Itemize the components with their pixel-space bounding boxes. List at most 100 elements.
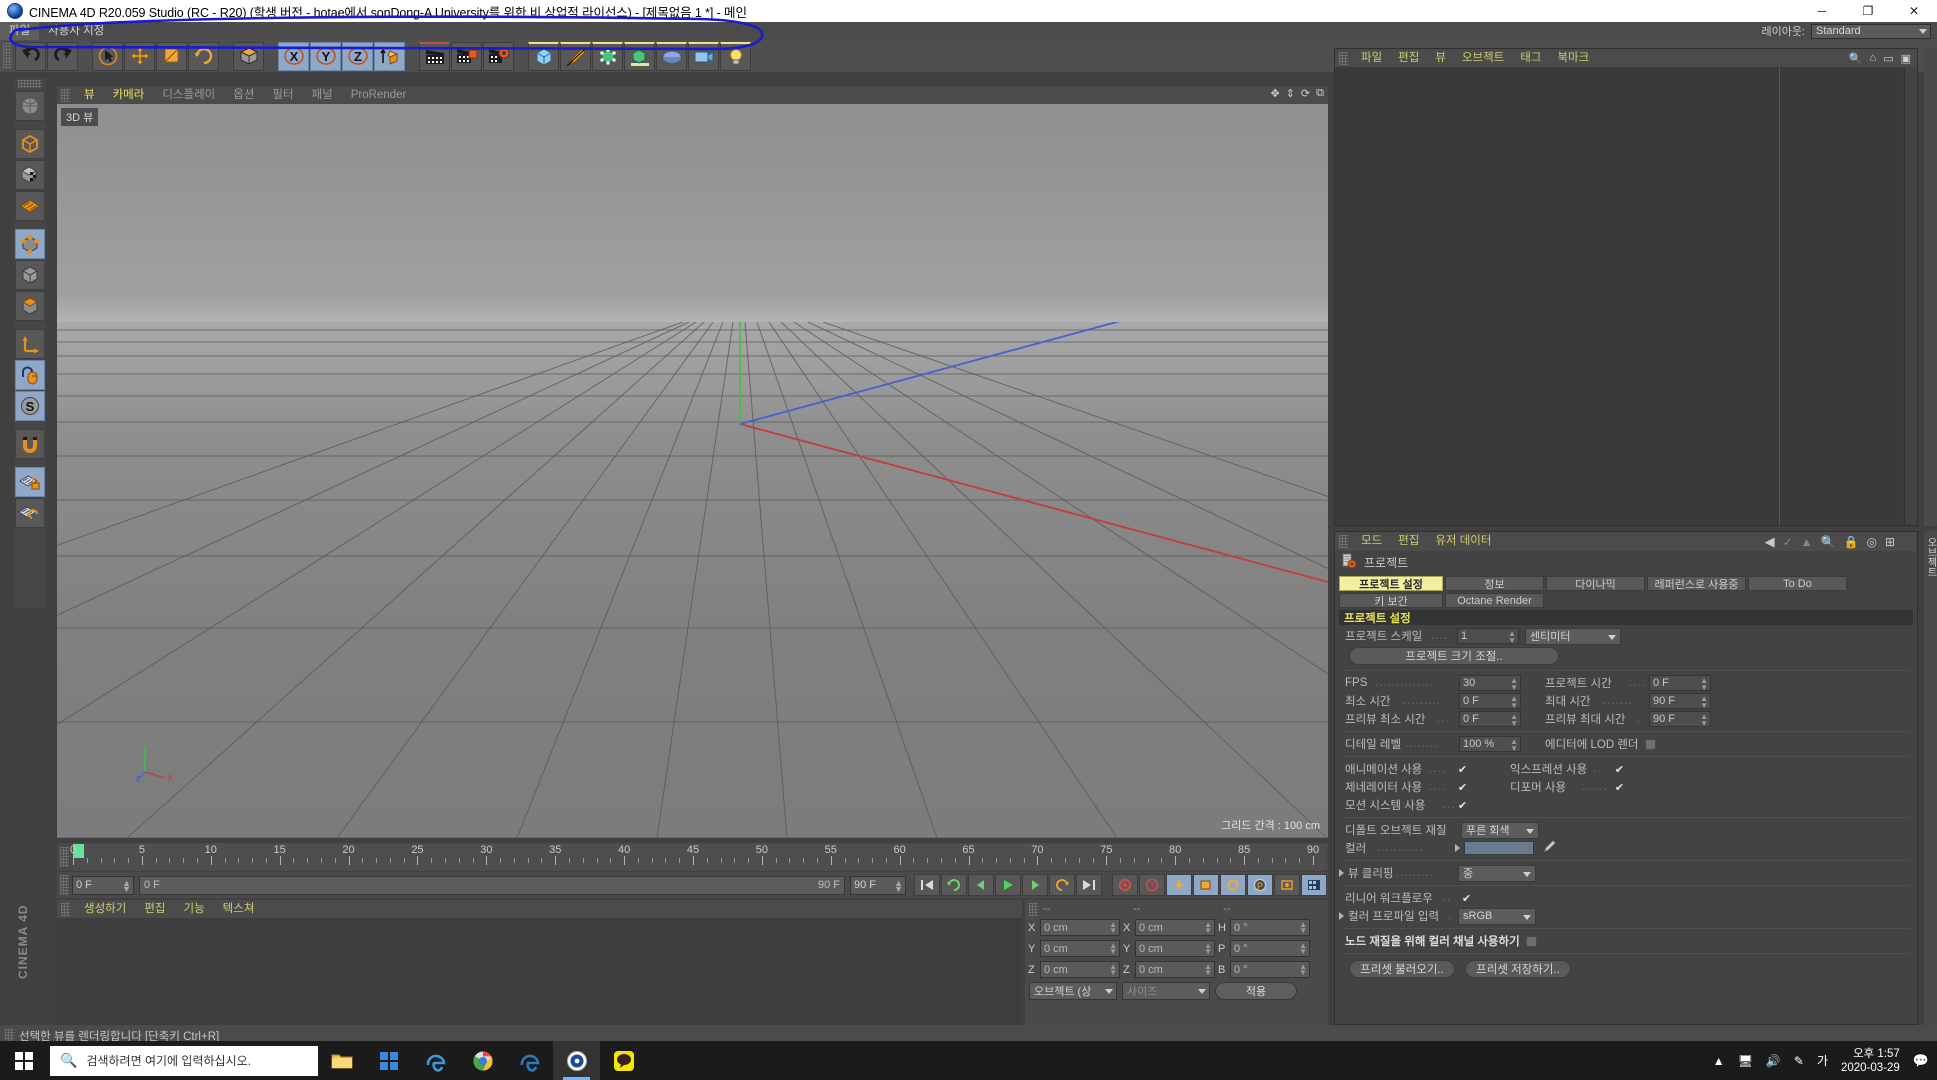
light-icon[interactable] bbox=[720, 41, 751, 71]
attribute-menu-userdata[interactable]: 유저 데이터 bbox=[1427, 532, 1499, 551]
material-menu-edit[interactable]: 편집 bbox=[135, 900, 174, 918]
checkbox-use-motion[interactable]: ✔ bbox=[1457, 800, 1468, 812]
grid-icon[interactable]: ⊞ bbox=[1885, 535, 1895, 549]
spinner-icon[interactable]: ▲ ▼ bbox=[1700, 677, 1708, 692]
material-list-area[interactable] bbox=[57, 918, 1022, 1025]
attribute-menu-edit[interactable]: 편집 bbox=[1390, 532, 1427, 551]
redo-icon[interactable] bbox=[47, 41, 78, 71]
dropdown-color-profile[interactable]: sRGB bbox=[1458, 907, 1536, 925]
coord-rot-p[interactable]: 0 ° ▲ ▼ bbox=[1230, 940, 1310, 957]
loop-icon[interactable] bbox=[941, 874, 967, 896]
menu-item-customize[interactable]: 사용자 지정 bbox=[39, 22, 113, 40]
undo-icon[interactable] bbox=[15, 41, 46, 71]
checkbox-use-generator[interactable]: ✔ bbox=[1457, 782, 1468, 794]
tab-reference[interactable]: 레퍼런스로 사용중 bbox=[1647, 576, 1746, 591]
tab-dynamics[interactable]: 다이나믹 bbox=[1546, 576, 1645, 591]
coord-size-dropdown[interactable]: 사이즈 bbox=[1122, 982, 1210, 1000]
spinner-icon[interactable]: ▲ ▼ bbox=[1510, 713, 1518, 728]
go-to-end-icon[interactable] bbox=[1076, 874, 1102, 896]
coordinates-grip[interactable] bbox=[1029, 902, 1038, 916]
record-icon[interactable] bbox=[1112, 874, 1138, 896]
cube-texture-icon[interactable] bbox=[15, 160, 45, 190]
attribute-vertical-tab[interactable]: 오브젝트 bbox=[1924, 531, 1937, 577]
minimize-button[interactable]: ─ bbox=[1799, 0, 1845, 22]
checkbox-use-animation[interactable]: ✔ bbox=[1457, 764, 1468, 776]
spinner-icon[interactable]: ▲ ▼ bbox=[1700, 713, 1708, 728]
spinner-icon[interactable]: ▲ ▼ bbox=[1109, 921, 1117, 935]
magnet-mouse-icon[interactable] bbox=[15, 360, 45, 390]
soft-selection-icon[interactable]: S bbox=[15, 391, 45, 421]
magnet-icon[interactable] bbox=[15, 429, 45, 459]
taskbar-app-file-explorer[interactable] bbox=[318, 1041, 365, 1080]
left-toolbar-grip[interactable] bbox=[18, 80, 42, 88]
button-save-preset[interactable]: 프리셋 저장하기.. bbox=[1465, 960, 1571, 978]
lock-icon[interactable]: 🔒 bbox=[1844, 535, 1859, 549]
field-preview-max[interactable]: 90 F ▲ ▼ bbox=[1649, 711, 1711, 728]
target-icon[interactable]: ◎ bbox=[1866, 535, 1876, 549]
spinner-icon[interactable]: ▲ ▼ bbox=[1508, 630, 1516, 645]
arrow-left-icon[interactable]: ◀ bbox=[1765, 534, 1775, 550]
material-menu-grip[interactable] bbox=[61, 902, 70, 916]
object-menu-edit[interactable]: 편집 bbox=[1390, 49, 1427, 67]
coord-pos-z[interactable]: 0 cm ▲ ▼ bbox=[1040, 961, 1120, 978]
workplane-lock-icon[interactable] bbox=[15, 467, 45, 497]
material-menu-create[interactable]: 생성하기 bbox=[75, 900, 135, 918]
taskbar-app-cinema4d[interactable] bbox=[553, 1041, 600, 1080]
key-param-icon[interactable]: P bbox=[1247, 874, 1273, 896]
orbit-icon[interactable]: ⟳ bbox=[1301, 87, 1310, 100]
spinner-icon[interactable]: ▲ ▼ bbox=[1299, 963, 1307, 977]
chevron-up-icon[interactable]: ▲ bbox=[1713, 1054, 1725, 1068]
spinner-icon[interactable]: ▲ ▼ bbox=[1109, 963, 1117, 977]
render-view-icon[interactable] bbox=[419, 41, 450, 71]
object-menu-tag[interactable]: 태그 bbox=[1512, 49, 1549, 67]
checkbox-use-deformer[interactable]: ✔ bbox=[1614, 782, 1625, 794]
spinner-icon[interactable]: ▲ ▼ bbox=[1204, 921, 1212, 935]
expand-triangle-icon[interactable] bbox=[1455, 844, 1460, 852]
nurbs-icon[interactable] bbox=[592, 41, 623, 71]
timeline-track[interactable]: 0 5 10 15 20 25 30 35 40 45 50 55 60 65 70 75 80 85 90 bbox=[70, 844, 1326, 870]
button-load-preset[interactable]: 프리셋 불러오기.. bbox=[1349, 960, 1455, 978]
tab-project-settings[interactable]: 프로젝트 설정 bbox=[1339, 576, 1443, 591]
field-project-time[interactable]: 0 F ▲ ▼ bbox=[1649, 675, 1711, 692]
home-icon[interactable]: ⌂ bbox=[1870, 52, 1877, 65]
axis-move-icon[interactable] bbox=[15, 329, 45, 359]
dolly-icon[interactable]: ⇕ bbox=[1286, 87, 1295, 100]
taskbar-app-kakaotalk[interactable] bbox=[600, 1041, 647, 1080]
end-frame-field[interactable]: 90 F ▲ ▼ bbox=[850, 875, 906, 895]
spinner-icon[interactable]: ▲ ▼ bbox=[1299, 921, 1307, 935]
object-column-divider[interactable] bbox=[1779, 67, 1780, 525]
coord-size-z[interactable]: 0 cm ▲ ▼ bbox=[1135, 961, 1215, 978]
maximize-view-icon[interactable]: ⧉ bbox=[1316, 87, 1324, 100]
notification-icon[interactable]: 💬 bbox=[1913, 1053, 1929, 1069]
key-scale-icon[interactable] bbox=[1193, 874, 1219, 896]
loop-back-icon[interactable] bbox=[1049, 874, 1075, 896]
go-to-start-icon[interactable] bbox=[914, 874, 940, 896]
tab-octane-render[interactable]: Octane Render bbox=[1445, 593, 1544, 608]
viewport[interactable]: 그리드 간격 : 100 cm Y X Z 뷰 카메라 디스플레이 옵션 필터 … bbox=[57, 86, 1328, 838]
coord-size-x[interactable]: 0 cm ▲ ▼ bbox=[1135, 919, 1215, 936]
taskbar-app-chrome[interactable] bbox=[459, 1041, 506, 1080]
axis-z-icon[interactable]: Z bbox=[342, 41, 373, 71]
spinner-icon[interactable]: ▲ ▼ bbox=[1700, 695, 1708, 710]
object-menu-object[interactable]: 오브젝트 bbox=[1454, 49, 1512, 67]
material-menu-function[interactable]: 기능 bbox=[175, 900, 214, 918]
axis-x-icon[interactable]: X bbox=[278, 41, 309, 71]
search-icon[interactable]: 🔍 bbox=[1821, 535, 1836, 549]
pen-spline-icon[interactable] bbox=[560, 41, 591, 71]
dope-sheet-icon[interactable] bbox=[1301, 874, 1327, 896]
edge-mode-icon[interactable] bbox=[15, 260, 45, 290]
viewport-menu-display[interactable]: 디스플레이 bbox=[153, 86, 224, 104]
workplane-icon[interactable] bbox=[15, 498, 45, 528]
pen-icon[interactable]: ✎ bbox=[1794, 1054, 1804, 1068]
button-project-resize[interactable]: 프로젝트 크기 조절.. bbox=[1349, 647, 1559, 665]
step-back-icon[interactable] bbox=[968, 874, 994, 896]
expand-triangle-icon-3[interactable] bbox=[1339, 912, 1344, 920]
field-preview-min[interactable]: 0 F ▲ ▼ bbox=[1459, 711, 1521, 728]
object-menu-view[interactable]: 뷰 bbox=[1427, 49, 1454, 67]
scale-icon[interactable] bbox=[156, 41, 187, 71]
field-min-time[interactable]: 0 F ▲ ▼ bbox=[1459, 693, 1521, 710]
world-axis-icon[interactable] bbox=[374, 41, 405, 71]
coord-rot-b[interactable]: 0 ° ▲ ▼ bbox=[1230, 961, 1310, 978]
coord-apply-button[interactable]: 적용 bbox=[1215, 982, 1297, 1000]
taskbar-app-edge-legacy[interactable] bbox=[412, 1041, 459, 1080]
